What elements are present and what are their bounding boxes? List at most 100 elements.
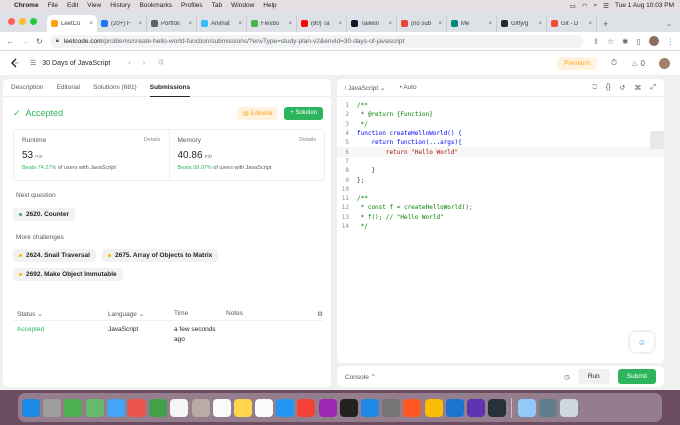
control-center-icon[interactable]: ☰ — [603, 2, 609, 10]
browser-tab[interactable]: (80) Ta × — [297, 15, 347, 32]
podcasts-icon[interactable] — [318, 398, 337, 417]
side-drawer-tab[interactable] — [650, 131, 664, 149]
browser-tab[interactable]: Giffy/g × — [497, 15, 547, 32]
music-icon[interactable] — [297, 398, 316, 417]
finder-icon[interactable] — [22, 398, 40, 417]
problem-list-icon[interactable]: ☰ — [30, 59, 36, 67]
terminal-icon[interactable] — [488, 398, 507, 417]
challenge-chip[interactable]: 2624. Snail Traversal — [13, 249, 96, 262]
browser-tab[interactable]: Flexbo × — [247, 15, 297, 32]
bookmark-icon[interactable]: ⎕ — [593, 84, 597, 92]
menu-window[interactable]: Window — [231, 2, 254, 9]
messages-icon[interactable] — [64, 398, 83, 417]
code-line[interactable]: 7 — [337, 157, 664, 166]
maps-icon[interactable] — [85, 398, 104, 417]
battery-icon[interactable]: ▭ — [570, 2, 576, 10]
next-question-chip[interactable]: 2620. Counter — [13, 208, 75, 221]
brave-icon[interactable] — [403, 398, 422, 417]
clock-icon[interactable]: ◷ — [564, 373, 570, 381]
reset-icon[interactable]: ↺ — [620, 84, 626, 92]
menubar-datetime[interactable]: Tue 1 Aug 10:03 PM — [615, 2, 674, 9]
tab-solutions[interactable]: Solutions (681) — [93, 79, 137, 97]
code-editor[interactable]: 1/** 2 * @return {Function} 3 */4 function … — [337, 101, 664, 231]
leetcode-logo-icon[interactable] — [10, 58, 20, 68]
code-line[interactable]: 13 * f(); // "Hello World" — [337, 213, 664, 222]
photos-icon[interactable] — [127, 398, 146, 417]
facetime-icon[interactable] — [149, 398, 168, 417]
tab-description[interactable]: Description — [11, 79, 44, 97]
browser-tab[interactable]: Git - D × — [547, 15, 597, 32]
premium-button[interactable]: Premium — [556, 56, 597, 70]
chrome-icon[interactable] — [424, 398, 443, 417]
auto-mode-toggle[interactable]: • Auto — [399, 84, 416, 91]
braces-icon[interactable]: {} — [606, 84, 611, 92]
feedback-chat-icon[interactable]: ☺ — [630, 332, 654, 352]
close-tab-icon[interactable]: × — [438, 21, 442, 27]
close-tab-icon[interactable]: × — [89, 21, 93, 27]
menu-view[interactable]: View — [87, 2, 101, 9]
slack-icon[interactable] — [466, 398, 485, 417]
expand-icon[interactable]: ⤢ — [650, 84, 656, 92]
search-icon[interactable]: ⌕ — [594, 2, 598, 10]
code-line[interactable]: 6 return "Hello World" — [337, 147, 664, 157]
safari-icon[interactable] — [276, 398, 295, 417]
user-avatar[interactable] — [659, 57, 670, 69]
browser-tab[interactable]: Portfoli × — [147, 15, 197, 32]
lock-icon[interactable]: 🔒︎ — [56, 38, 59, 45]
close-tab-icon[interactable]: × — [388, 21, 392, 27]
post-solution-button[interactable]: + Solution — [284, 106, 323, 120]
code-line[interactable]: 11 /** — [337, 194, 664, 203]
table-row[interactable]: Accepted JavaScript a few seconds ago — [13, 326, 323, 346]
code-line[interactable]: 8 } — [337, 166, 664, 175]
shuffle-icon[interactable]: ⤨ — [157, 59, 163, 67]
submission-status[interactable]: Accepted — [13, 326, 108, 333]
code-line[interactable]: 10 — [337, 185, 664, 194]
reminders-icon[interactable] — [212, 398, 231, 417]
freeform-icon[interactable] — [255, 398, 274, 417]
language-column-header[interactable]: Language ⌄ — [108, 310, 174, 318]
table-settings-gear-icon[interactable]: ⚙︎ — [317, 310, 323, 318]
browser-tab[interactable]: Me × — [447, 15, 497, 32]
browser-tab[interactable]: Tailwin × — [347, 15, 397, 32]
launchpad-icon[interactable] — [43, 398, 62, 417]
browser-tab[interactable]: LeetCo × — [47, 15, 97, 32]
profile-avatar[interactable] — [648, 36, 659, 46]
menu-history[interactable]: History — [110, 2, 130, 9]
code-line[interactable]: 5 return function(...args){ — [337, 138, 664, 147]
memory-details-link[interactable]: Details — [299, 137, 316, 143]
code-line[interactable]: 1 /** — [337, 101, 664, 110]
settings-icon[interactable] — [382, 398, 401, 417]
back-button[interactable]: ← — [6, 37, 14, 46]
close-tab-icon[interactable]: × — [338, 21, 342, 27]
close-window-button[interactable] — [8, 18, 15, 25]
code-line[interactable]: 14 */ — [337, 222, 664, 231]
code-line[interactable]: 2 * @return {Function} — [337, 110, 664, 119]
next-problem-chevron-icon[interactable]: › — [143, 60, 145, 67]
submit-button[interactable]: Submit — [617, 369, 656, 384]
tab-editorial[interactable]: Editorial — [57, 79, 80, 97]
editorial-button[interactable]: ▤ Editorial — [237, 106, 279, 120]
notes-icon[interactable] — [233, 398, 252, 417]
prev-problem-chevron-icon[interactable]: ‹ — [128, 60, 130, 67]
browser-tab[interactable]: (no sub × — [397, 15, 447, 32]
menu-help[interactable]: Help — [263, 2, 276, 9]
timer-icon[interactable]: ⏱︎ — [611, 58, 617, 68]
menu-profiles[interactable]: Profiles — [181, 2, 203, 9]
close-tab-icon[interactable]: × — [188, 21, 192, 27]
close-tab-icon[interactable]: × — [288, 21, 292, 27]
console-toggle[interactable]: Console ⌃ — [345, 373, 376, 381]
close-tab-icon[interactable]: × — [488, 21, 492, 27]
runtime-details-link[interactable]: Details — [144, 137, 161, 143]
streak-counter[interactable]: ♨︎ 0 — [631, 59, 645, 68]
preview-icon[interactable] — [517, 398, 536, 417]
reload-button[interactable]: ↻ — [36, 37, 43, 46]
tab-submissions[interactable]: Submissions — [149, 79, 191, 97]
menu-tab[interactable]: Tab — [212, 2, 222, 9]
memory-stat[interactable]: Memory Details 40.86 mb Beats 99.07% of u… — [168, 130, 325, 180]
close-tab-icon[interactable]: × — [238, 21, 242, 27]
url-input[interactable]: 🔒︎ leetcode.com/problems/create-hello-wo… — [49, 34, 584, 48]
tv-icon[interactable] — [339, 398, 358, 417]
menu-bookmarks[interactable]: Bookmarks — [139, 2, 172, 9]
share-icon[interactable]: ⇪ — [593, 37, 599, 46]
menu-file[interactable]: File — [48, 2, 58, 9]
